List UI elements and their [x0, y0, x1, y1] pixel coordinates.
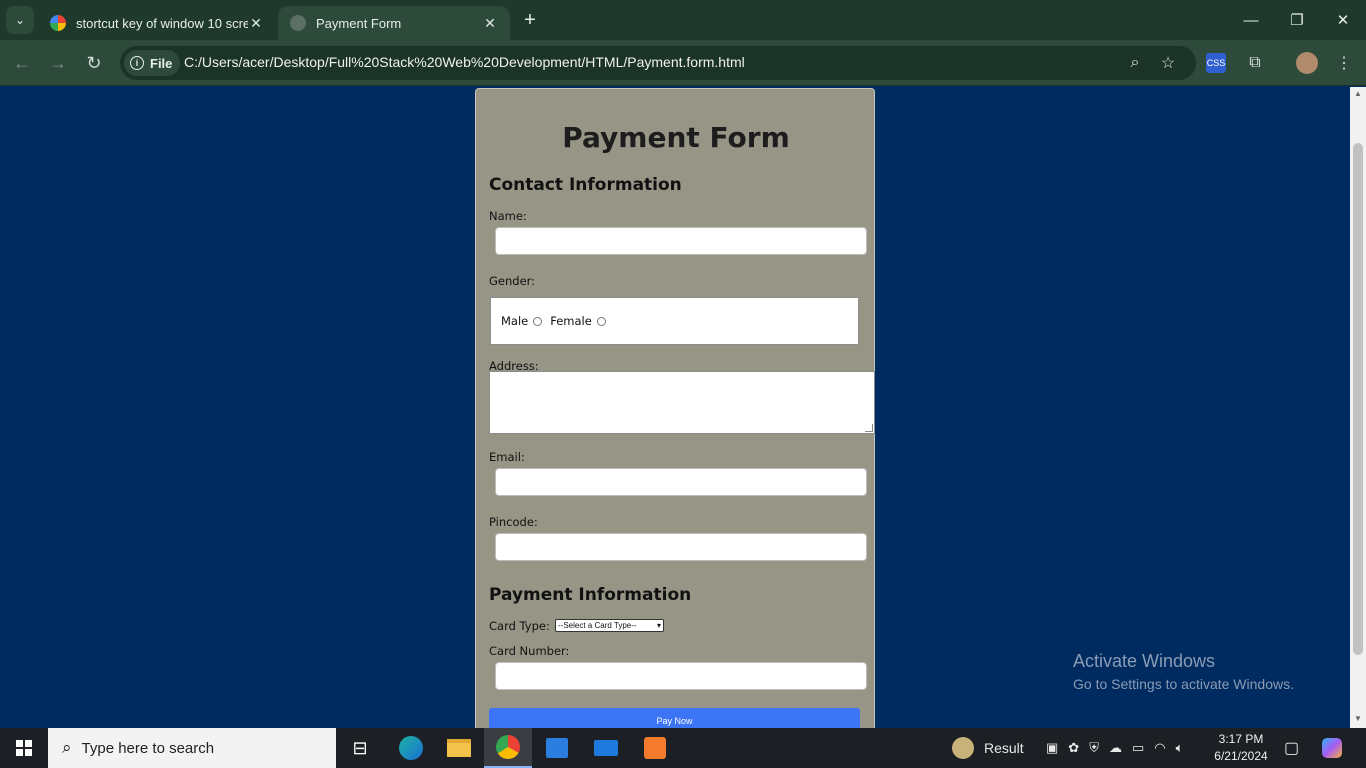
contact-section-heading: Contact Information: [489, 175, 682, 195]
restore-icon[interactable]: ❐: [1274, 0, 1320, 40]
url-text[interactable]: C:/Users/acer/Desktop/Full%20Stack%20Web…: [184, 54, 745, 70]
reload-icon[interactable]: ↻: [80, 49, 108, 77]
chrome-icon[interactable]: [484, 728, 532, 768]
css-extension-icon[interactable]: CSS: [1206, 53, 1226, 73]
close-window-icon[interactable]: ✕: [1320, 0, 1366, 40]
back-arrow-icon[interactable]: ←: [8, 49, 36, 77]
mail-icon[interactable]: [582, 728, 630, 768]
extensions-puzzle-icon[interactable]: ⧉: [1243, 51, 1267, 75]
watermark-subtitle: Go to Settings to activate Windows.: [1073, 676, 1294, 692]
gender-fieldset: Male Female: [490, 297, 859, 345]
weather-label: Result: [984, 740, 1024, 756]
scroll-thumb[interactable]: [1353, 143, 1363, 655]
email-input[interactable]: [495, 468, 867, 496]
card-type-label: Card Type:: [489, 619, 550, 633]
gender-female-label: Female: [550, 314, 592, 328]
app-tray-icon[interactable]: ✿: [1068, 740, 1079, 756]
taskbar-clock[interactable]: 3:17 PM 6/21/2024: [1206, 731, 1276, 765]
activate-windows-watermark: Activate Windows Go to Settings to activ…: [1073, 651, 1294, 692]
taskbar-search[interactable]: ⌕ Type here to search: [48, 728, 336, 768]
onedrive-cloud-icon[interactable]: ☁: [1109, 740, 1122, 756]
google-icon: [50, 15, 66, 31]
weather-icon: [952, 737, 974, 759]
page-icon: [290, 15, 306, 31]
card-type-selected: --Select a Card Type--: [558, 621, 637, 630]
weather-widget[interactable]: Result: [952, 728, 1024, 768]
zoom-icon[interactable]: ⌕: [1124, 52, 1146, 74]
browser-tab-bar: ⌄ stortcut key of window 10 scree ✕ Paym…: [0, 0, 1366, 40]
page-viewport: Payment Form Contact Information Name: G…: [0, 87, 1350, 728]
search-icon: ⌕: [62, 738, 72, 757]
payment-form-card: Payment Form Contact Information Name: G…: [475, 88, 875, 728]
start-button[interactable]: [0, 728, 48, 768]
gender-male-label: Male: [501, 314, 529, 328]
gender-label: Gender:: [489, 274, 536, 288]
task-view-icon[interactable]: ⊟: [336, 728, 384, 768]
notifications-icon[interactable]: ▢: [1284, 728, 1299, 768]
volume-icon[interactable]: 🔈︎: [1176, 740, 1184, 756]
page-title: Payment Form: [562, 121, 790, 154]
close-tab-icon[interactable]: ✕: [248, 15, 264, 32]
payment-section-heading: Payment Information: [489, 585, 692, 605]
card-number-input[interactable]: [495, 662, 867, 690]
scheme-label: File: [150, 55, 173, 71]
minimize-icon[interactable]: —: [1228, 0, 1274, 40]
male-radio[interactable]: [533, 316, 543, 326]
windows-logo-icon: [16, 740, 32, 756]
tab-title: stortcut key of window 10 scree: [76, 15, 248, 31]
address-bar[interactable]: i File C:/Users/acer/Desktop/Full%20Stac…: [120, 46, 1196, 80]
profile-avatar[interactable]: [1296, 52, 1318, 74]
page-scrollbar[interactable]: ▲ ▼: [1350, 87, 1366, 728]
close-tab-icon[interactable]: ✕: [482, 15, 498, 32]
wifi-icon[interactable]: ◠: [1154, 740, 1165, 756]
copilot-icon[interactable]: [1322, 728, 1342, 768]
bookmark-star-icon[interactable]: ☆: [1157, 52, 1179, 74]
xampp-icon[interactable]: [631, 728, 679, 768]
tab-payment-form[interactable]: Payment Form ✕: [278, 6, 510, 40]
pincode-label: Pincode:: [489, 515, 538, 529]
battery-icon[interactable]: ▭: [1132, 740, 1144, 756]
tab-title: Payment Form: [316, 15, 402, 31]
meet-now-icon[interactable]: ▣: [1046, 740, 1058, 756]
chevron-down-icon: ▾: [656, 621, 661, 630]
clock-time: 3:17 PM: [1218, 732, 1264, 746]
scroll-down-icon[interactable]: ▼: [1353, 714, 1363, 723]
email-label: Email:: [489, 450, 525, 464]
browser-toolbar: ← → ↻ i File C:/Users/acer/Desktop/Full%…: [0, 40, 1366, 86]
system-tray: ▣ ✿ ⛨ ☁ ▭ ◠ 🔈︎: [1046, 728, 1183, 768]
security-shield-icon[interactable]: ⛨: [1089, 740, 1099, 756]
name-label: Name:: [489, 209, 527, 223]
edge-icon[interactable]: [387, 728, 435, 768]
scroll-up-icon[interactable]: ▲: [1353, 89, 1363, 98]
search-placeholder: Type here to search: [81, 739, 215, 757]
info-icon: i: [130, 56, 144, 70]
microsoft-store-icon[interactable]: [533, 728, 581, 768]
address-textarea[interactable]: [489, 371, 875, 434]
resize-handle-icon[interactable]: [865, 424, 873, 432]
browser-menu-icon[interactable]: ⋮: [1332, 51, 1356, 75]
card-type-select[interactable]: --Select a Card Type-- ▾: [555, 619, 664, 632]
tab-google-search[interactable]: stortcut key of window 10 scree ✕: [38, 6, 276, 40]
site-info-chip[interactable]: i File: [124, 50, 181, 76]
female-radio[interactable]: [596, 316, 606, 326]
forward-arrow-icon[interactable]: →: [44, 49, 72, 77]
card-number-label: Card Number:: [489, 644, 570, 658]
clock-date: 6/21/2024: [1214, 749, 1268, 763]
pincode-input[interactable]: [495, 533, 867, 561]
watermark-title: Activate Windows: [1073, 651, 1216, 671]
pay-now-button[interactable]: Pay Now: [489, 708, 860, 728]
windows-taskbar: ⌕ Type here to search ⊟ Result ▣ ✿ ⛨ ☁ ▭…: [0, 728, 1366, 768]
file-explorer-icon[interactable]: [435, 728, 483, 768]
tab-search-chevron-icon[interactable]: ⌄: [6, 6, 34, 34]
new-tab-icon[interactable]: +: [518, 8, 542, 32]
name-input[interactable]: [495, 227, 867, 255]
